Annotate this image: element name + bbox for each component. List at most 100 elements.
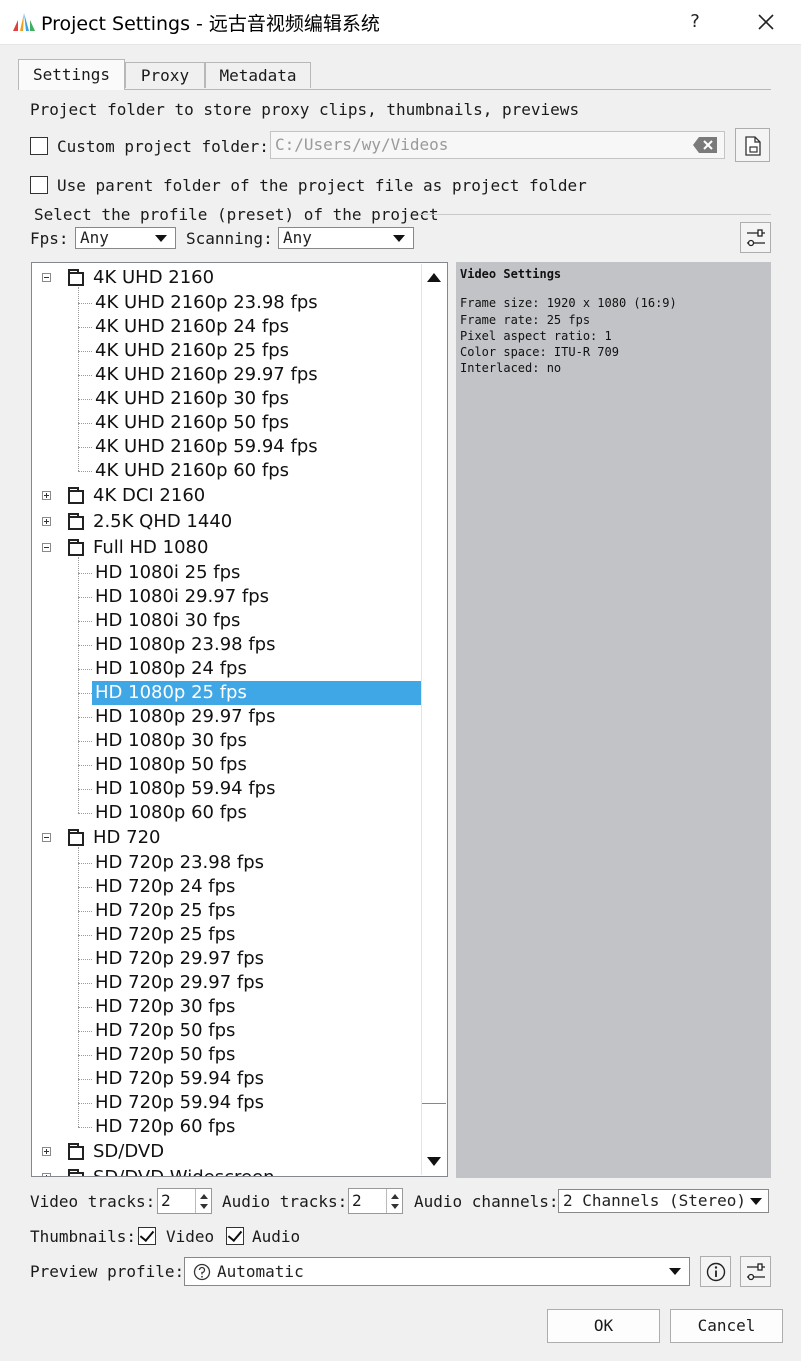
scroll-up-button[interactable]: [421, 264, 447, 290]
tab-settings[interactable]: Settings: [18, 59, 125, 90]
thumbnails-label: Thumbnails:: [30, 1227, 136, 1246]
tree-item-label: HD 720p 50 fps: [95, 1020, 236, 1041]
chevron-down-icon: [669, 1268, 681, 1275]
tab-proxy[interactable]: Proxy: [125, 62, 205, 88]
tree-connector: [78, 847, 79, 1127]
folder-heading: Project folder to store proxy clips, thu…: [30, 100, 580, 119]
parent-folder-label: Use parent folder of the project file as…: [57, 176, 587, 195]
tree-connector: [78, 621, 92, 622]
custom-folder-checkbox[interactable]: [30, 137, 48, 155]
thumbnails-audio-checkbox[interactable]: [226, 1227, 244, 1245]
expand-icon[interactable]: [42, 1147, 51, 1156]
audio-channels-value: 2 Channels (Stereo): [563, 1191, 747, 1210]
scroll-down-button[interactable]: [421, 1149, 447, 1175]
expand-icon[interactable]: [42, 491, 51, 500]
tree-connector: [78, 447, 92, 448]
tree-connector: [78, 959, 92, 960]
tree-group-label: Full HD 1080: [93, 537, 209, 558]
tree-connector: [78, 983, 92, 984]
tree-connector: [78, 887, 92, 888]
tree-item-label: HD 720p 50 fps: [95, 1044, 236, 1065]
tree-item-label: HD 1080i 30 fps: [95, 610, 241, 631]
sliders-icon: [747, 1263, 765, 1281]
tree-connector: [78, 669, 92, 670]
folder-icon: [68, 513, 84, 530]
tree-item-label: HD 720p 25 fps: [95, 900, 236, 921]
custom-folder-input[interactable]: C:/Users/wy/Videos: [270, 131, 725, 159]
collapse-icon[interactable]: [42, 543, 51, 552]
browse-folder-button[interactable]: [735, 128, 770, 162]
spin-arrows-icon[interactable]: [195, 1189, 211, 1213]
tree-connector: [78, 399, 92, 400]
video-settings-line: Color space: ITU-R 709: [460, 345, 619, 360]
tree-item-label: HD 1080p 59.94 fps: [95, 778, 276, 799]
close-icon[interactable]: [748, 6, 784, 38]
spin-arrows-icon[interactable]: [386, 1189, 402, 1213]
video-settings-pane: Video Settings Frame size: 1920 x 1080 (…: [456, 262, 771, 1178]
tree-connector: [78, 1007, 92, 1008]
expand-icon[interactable]: [42, 1173, 51, 1176]
tree-connector: [78, 693, 92, 694]
tree-group-label: HD 720: [93, 827, 161, 848]
app-logo-icon: [13, 13, 35, 31]
tree-connector: [78, 1031, 92, 1032]
triangle-down-icon: [427, 1157, 441, 1166]
tree-group-label: 4K DCI 2160: [93, 485, 206, 506]
profile-tree[interactable]: 4K UHD 2160 4K UHD 2160p 23.98 fps 4K UHD …: [31, 262, 448, 1177]
thumbnails-video-label: Video: [166, 1227, 215, 1246]
preview-info-button[interactable]: [700, 1256, 731, 1287]
tree-connector: [78, 423, 92, 424]
tree-item-label: 4K UHD 2160p 30 fps: [95, 388, 289, 409]
fps-value: Any: [80, 228, 109, 247]
expand-icon[interactable]: [42, 517, 51, 526]
tree-item-label: HD 720p 23.98 fps: [95, 852, 265, 873]
tree-item-label: HD 1080p 29.97 fps: [95, 706, 276, 727]
audio-channels-label: Audio channels:: [414, 1192, 559, 1211]
folder-icon: [68, 487, 84, 504]
parent-folder-checkbox[interactable]: [30, 176, 48, 194]
tree-connector: [78, 911, 92, 912]
tree-group-label: 2.5K QHD 1440: [93, 511, 233, 532]
video-tracks-value: 2: [161, 1191, 171, 1210]
tree-connector: [78, 645, 92, 646]
fps-select[interactable]: Any: [75, 227, 176, 249]
tree-connector: [78, 597, 92, 598]
tree-item-label: HD 1080p 24 fps: [95, 658, 247, 679]
video-tracks-spinbox[interactable]: 2: [157, 1188, 212, 1214]
tree-item-label: HD 720p 59.94 fps: [95, 1092, 265, 1113]
tab-metadata[interactable]: Metadata: [205, 62, 311, 88]
fps-label: Fps:: [30, 229, 69, 248]
tree-item-label: HD 1080i 25 fps: [95, 562, 241, 583]
profile-settings-button[interactable]: [740, 222, 771, 253]
preview-settings-button[interactable]: [740, 1256, 771, 1287]
help-button[interactable]: ?: [680, 6, 710, 38]
tree-item-label: HD 1080p 23.98 fps: [95, 634, 276, 655]
folder-icon: [68, 269, 84, 286]
audio-tracks-spinbox[interactable]: 2: [348, 1188, 403, 1214]
ok-button[interactable]: OK: [547, 1309, 660, 1343]
preview-profile-label: Preview profile:: [30, 1262, 185, 1281]
scanning-select[interactable]: Any: [278, 227, 414, 249]
tree-connector: [78, 287, 79, 471]
collapse-icon[interactable]: [42, 833, 51, 842]
tree-connector: [78, 471, 92, 472]
preview-profile-select[interactable]: Automatic: [184, 1257, 690, 1286]
tree-connector: [78, 1127, 92, 1128]
tree-item-label: 4K UHD 2160p 24 fps: [95, 316, 289, 337]
collapse-icon[interactable]: [42, 273, 51, 282]
video-settings-heading: Video Settings: [460, 267, 562, 281]
scrollbar-thumb[interactable]: [422, 291, 446, 1104]
folder-icon: [68, 539, 84, 556]
tree-group-label: 4K UHD 2160: [93, 267, 215, 288]
tree-item-label: HD 720p 25 fps: [95, 924, 236, 945]
tree-connector: [78, 789, 92, 790]
cancel-button[interactable]: Cancel: [670, 1309, 783, 1343]
audio-channels-select[interactable]: 2 Channels (Stereo): [558, 1189, 769, 1213]
tree-item-label: 4K UHD 2160p 50 fps: [95, 412, 289, 433]
video-settings-line: Frame size: 1920 x 1080 (16:9): [460, 296, 677, 311]
folder-icon: [68, 1169, 84, 1176]
tree-connector: [78, 765, 92, 766]
tree-connector: [78, 863, 92, 864]
thumbnails-video-checkbox[interactable]: [138, 1227, 156, 1245]
clear-text-icon[interactable]: [692, 136, 718, 154]
